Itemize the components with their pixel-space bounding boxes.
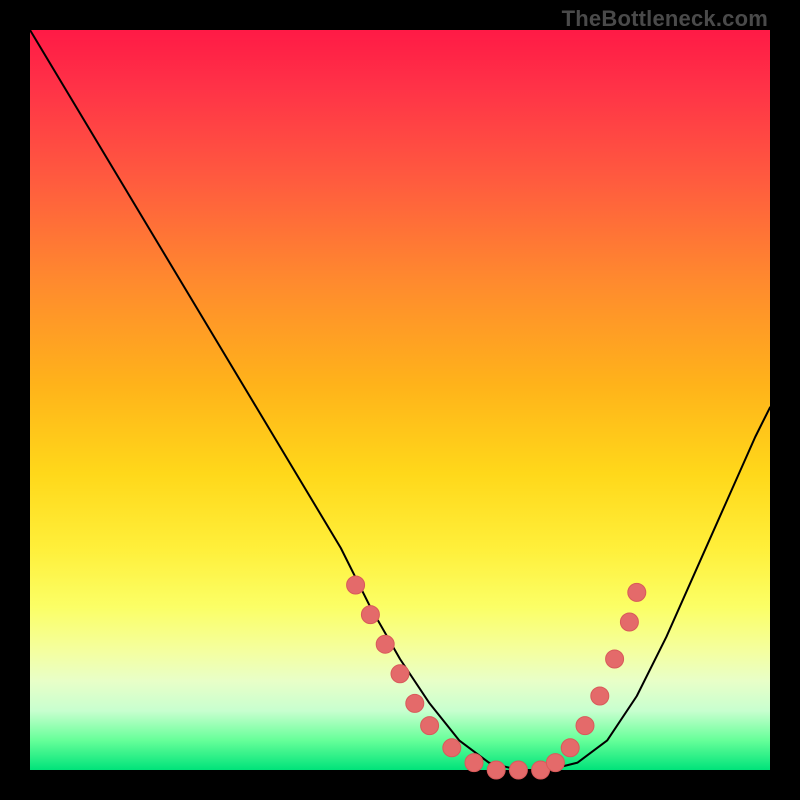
marker-dot <box>628 583 646 601</box>
marker-dot <box>465 754 483 772</box>
marker-dot <box>391 665 409 683</box>
marker-dot <box>591 687 609 705</box>
chart-svg <box>30 30 770 770</box>
chart-frame: TheBottleneck.com <box>0 0 800 800</box>
marker-dot <box>347 576 365 594</box>
marker-dot <box>620 613 638 631</box>
marker-dot <box>376 635 394 653</box>
marker-dot <box>421 717 439 735</box>
marker-dot <box>561 739 579 757</box>
marker-dot <box>406 694 424 712</box>
marker-dot <box>361 606 379 624</box>
marker-layer <box>347 576 646 779</box>
plot-area <box>30 30 770 770</box>
marker-dot <box>509 761 527 779</box>
marker-dot <box>576 717 594 735</box>
marker-dot <box>443 739 461 757</box>
bottleneck-curve <box>30 30 770 770</box>
marker-dot <box>487 761 505 779</box>
watermark-text: TheBottleneck.com <box>562 6 768 32</box>
marker-dot <box>546 754 564 772</box>
marker-dot <box>606 650 624 668</box>
